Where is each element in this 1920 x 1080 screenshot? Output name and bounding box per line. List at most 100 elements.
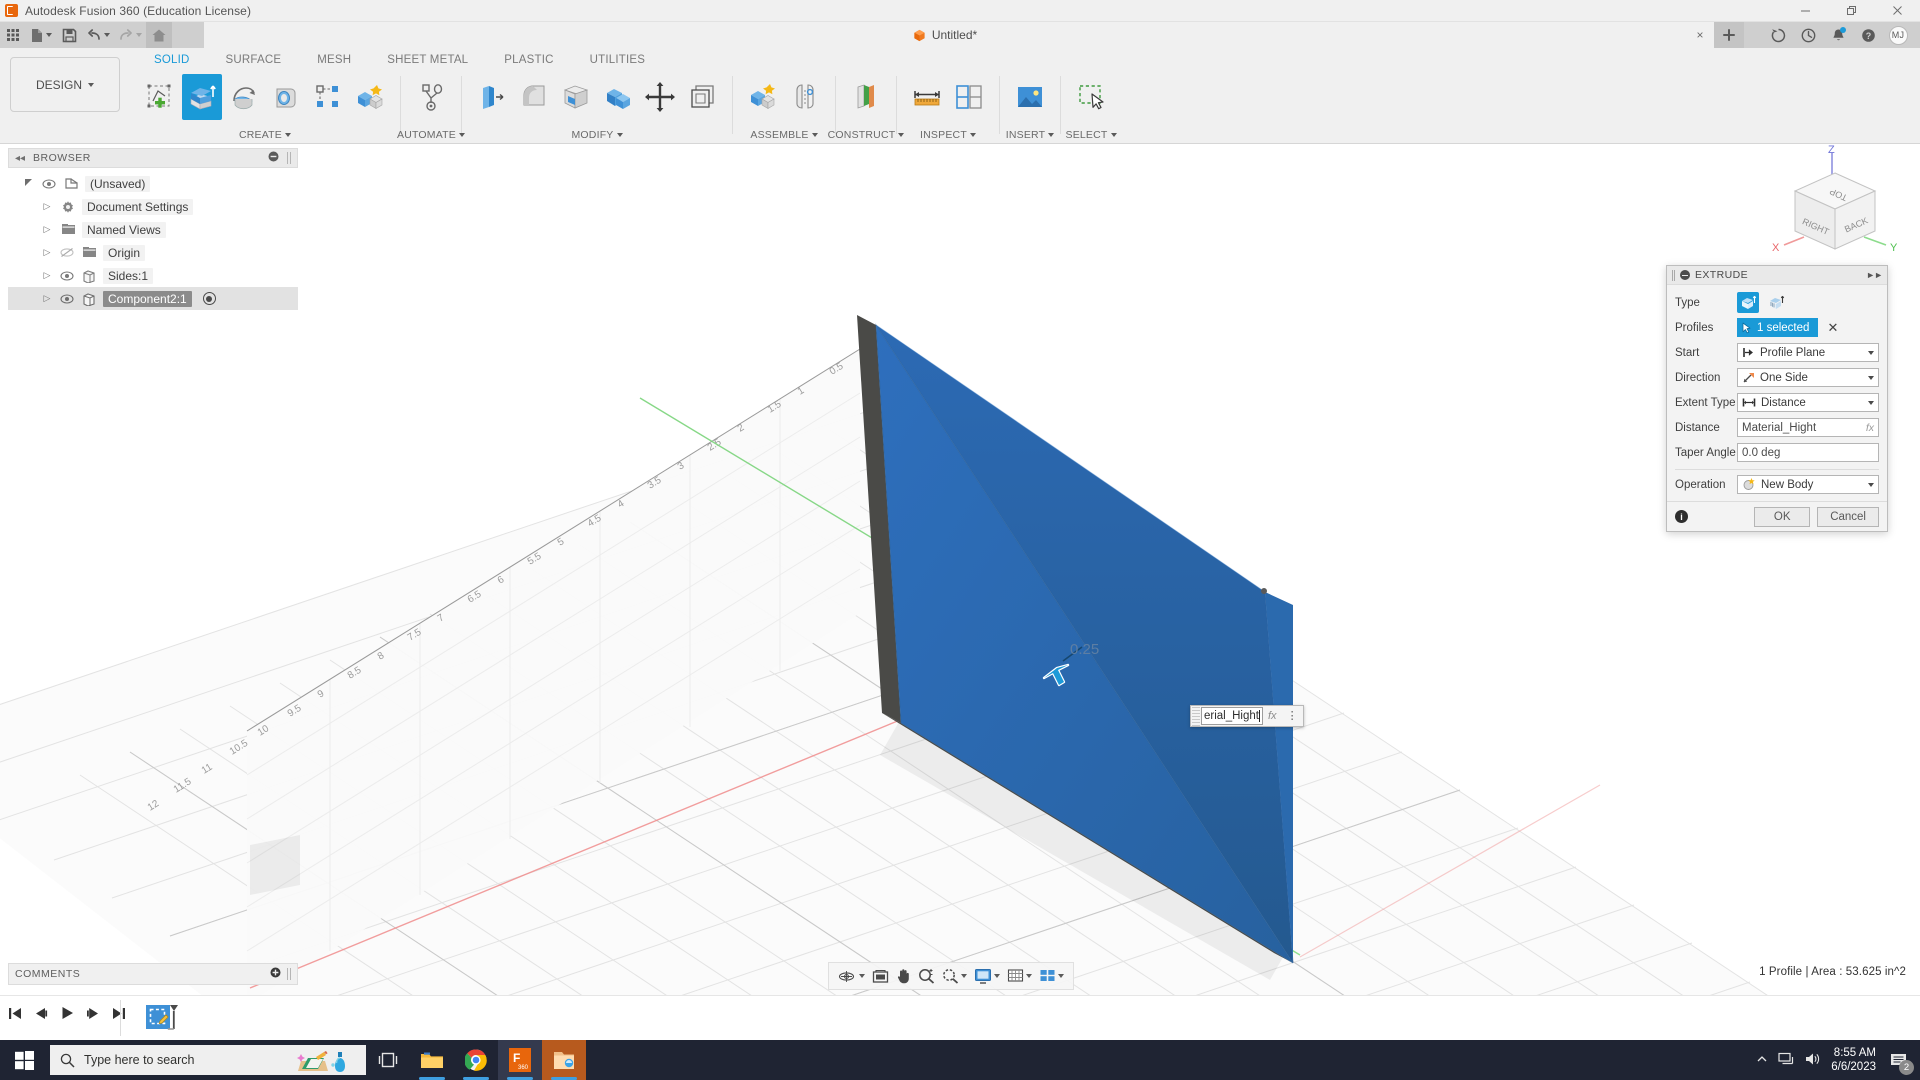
home-button[interactable] — [146, 22, 172, 48]
tab-mesh[interactable]: MESH — [299, 48, 369, 72]
direction-dropdown[interactable]: One Side — [1737, 368, 1879, 387]
offset-face-button[interactable] — [682, 74, 722, 120]
profiles-clear-button[interactable]: ✕ — [1824, 322, 1841, 334]
info-icon[interactable]: i — [1675, 510, 1688, 523]
zoom-button[interactable] — [915, 963, 938, 989]
expander-expanded-icon[interactable] — [22, 178, 36, 190]
extrude-dialog-header[interactable]: EXTRUDE ►► — [1667, 266, 1887, 285]
ok-button[interactable]: OK — [1754, 507, 1810, 527]
visibility-eye-icon[interactable] — [41, 179, 57, 189]
ribbon-group-label-automate[interactable]: AUTOMATE — [407, 129, 455, 141]
automate-button[interactable] — [411, 74, 451, 120]
comments-resize-grip[interactable] — [287, 968, 291, 980]
file-explorer-button[interactable] — [410, 1040, 454, 1080]
dialog-drag-grip[interactable] — [1672, 270, 1675, 281]
viewports-button[interactable] — [1036, 963, 1067, 989]
expander-collapsed-icon[interactable]: ▷ — [40, 293, 54, 304]
pan-button[interactable] — [893, 963, 914, 989]
construct-plane-button[interactable] — [846, 74, 886, 120]
tab-surface[interactable]: SURFACE — [208, 48, 300, 72]
add-comment-icon[interactable] — [270, 967, 281, 981]
measure-button[interactable] — [907, 74, 947, 120]
ribbon-group-label-assemble[interactable]: ASSEMBLE — [739, 129, 829, 141]
expander-collapsed-icon[interactable]: ▷ — [40, 201, 54, 212]
input-drag-handle[interactable] — [1192, 706, 1200, 726]
folder-app-button[interactable] — [542, 1040, 586, 1080]
start-dropdown[interactable]: Profile Plane — [1737, 343, 1879, 362]
user-avatar[interactable]: MJ — [1884, 22, 1912, 48]
history-clock-icon[interactable] — [1794, 22, 1822, 48]
distance-input[interactable]: Material_Hight fx — [1737, 418, 1879, 437]
show-hidden-icons-chevron[interactable] — [1756, 1053, 1768, 1068]
taskbar-search-box[interactable]: Type here to search — [50, 1045, 366, 1075]
app-grid-button[interactable] — [0, 22, 26, 48]
document-tab[interactable]: Untitled* — [204, 22, 1686, 48]
ribbon-group-label-inspect[interactable]: INSPECT — [903, 129, 993, 141]
browser-collapse-icon[interactable]: ◂◂ — [15, 153, 25, 164]
inline-distance-field[interactable]: erial_Hight — [1201, 707, 1263, 725]
joint-button[interactable] — [785, 74, 825, 120]
ribbon-group-label-insert[interactable]: INSERT — [1006, 129, 1054, 141]
action-center-button[interactable]: 2 — [1886, 1047, 1912, 1073]
tree-row-sides[interactable]: ▷ Sides:1 — [8, 264, 298, 287]
select-tool-button[interactable] — [1071, 74, 1111, 120]
sweep-button[interactable] — [266, 74, 306, 120]
dialog-expand-icon[interactable]: ►► — [1866, 270, 1882, 280]
taper-angle-input[interactable]: 0.0 deg — [1737, 443, 1879, 462]
inline-input-menu-icon[interactable]: ⋮ — [1282, 714, 1303, 719]
expander-collapsed-icon[interactable]: ▷ — [40, 270, 54, 281]
start-button[interactable] — [0, 1040, 48, 1080]
fx-icon[interactable]: fx — [1866, 422, 1874, 434]
activate-component-radio[interactable] — [203, 292, 216, 305]
fx-icon[interactable]: fx — [1263, 710, 1282, 722]
tab-solid[interactable]: SOLID — [136, 48, 208, 72]
extent-type-dropdown[interactable]: Distance — [1737, 393, 1879, 412]
tree-row-named-views[interactable]: ▷ Named Views — [8, 218, 298, 241]
volume-icon[interactable] — [1805, 1052, 1821, 1069]
tab-plastic[interactable]: PLASTIC — [486, 48, 571, 72]
dialog-collapse-icon[interactable] — [1680, 270, 1690, 280]
extrude-dialog[interactable]: EXTRUDE ►► Type — [1666, 265, 1888, 532]
revolve-button[interactable] — [224, 74, 264, 120]
tab-sheet-metal[interactable]: SHEET METAL — [369, 48, 486, 72]
press-pull-button[interactable] — [472, 74, 512, 120]
restore-button[interactable] — [1828, 0, 1874, 22]
new-tab-button[interactable] — [1714, 22, 1744, 48]
taskbar-clock[interactable]: 8:55 AM 6/6/2023 — [1831, 1046, 1876, 1074]
workspace-switcher[interactable]: DESIGN — [10, 57, 120, 112]
profiles-select-button[interactable]: 1 selected — [1737, 318, 1818, 337]
new-file-button[interactable] — [26, 22, 56, 48]
tab-utilities[interactable]: UTILITIES — [572, 48, 663, 72]
tree-row-document-settings[interactable]: ▷ Document Settings — [8, 195, 298, 218]
visibility-eye-icon[interactable] — [59, 294, 75, 304]
ribbon-group-label-construct[interactable]: CONSTRUCT — [842, 129, 890, 141]
fusion360-taskbar-button[interactable]: F 360 — [498, 1040, 542, 1080]
go-to-start-button[interactable] — [8, 1006, 22, 1020]
create-new-component-button[interactable] — [350, 74, 390, 120]
redo-button[interactable] — [114, 22, 146, 48]
view-cube[interactable]: Z X Y TOP RIGHT BACK — [1760, 145, 1910, 265]
operation-dropdown[interactable]: New Body — [1737, 475, 1879, 494]
align-button[interactable] — [640, 74, 680, 120]
tree-row-origin[interactable]: ▷ Origin — [8, 241, 298, 264]
grid-snaps-button[interactable] — [1004, 963, 1035, 989]
extrude-type-solid-button[interactable] — [1737, 292, 1759, 313]
ribbon-group-label-create[interactable]: CREATE — [136, 129, 394, 141]
ribbon-group-label-select[interactable]: SELECT — [1067, 129, 1115, 141]
step-back-button[interactable] — [34, 1006, 48, 1020]
section-analysis-button[interactable] — [949, 74, 989, 120]
create-sketch-button[interactable] — [140, 74, 180, 120]
insert-canvas-button[interactable] — [1010, 74, 1050, 120]
tree-row-component2[interactable]: ▷ Component2:1 — [8, 287, 298, 310]
close-button[interactable] — [1874, 0, 1920, 22]
close-tab-button[interactable]: × — [1686, 22, 1714, 48]
fillet-button[interactable] — [514, 74, 554, 120]
browser-resize-grip[interactable] — [287, 152, 291, 164]
extrude-type-taper-button[interactable] — [1765, 292, 1787, 313]
notification-bell-icon[interactable] — [1824, 22, 1852, 48]
assemble-new-component-button[interactable] — [743, 74, 783, 120]
zoom-window-button[interactable] — [939, 963, 970, 989]
chrome-button[interactable] — [454, 1040, 498, 1080]
refresh-icon[interactable] — [1764, 22, 1792, 48]
look-at-button[interactable] — [869, 963, 892, 989]
